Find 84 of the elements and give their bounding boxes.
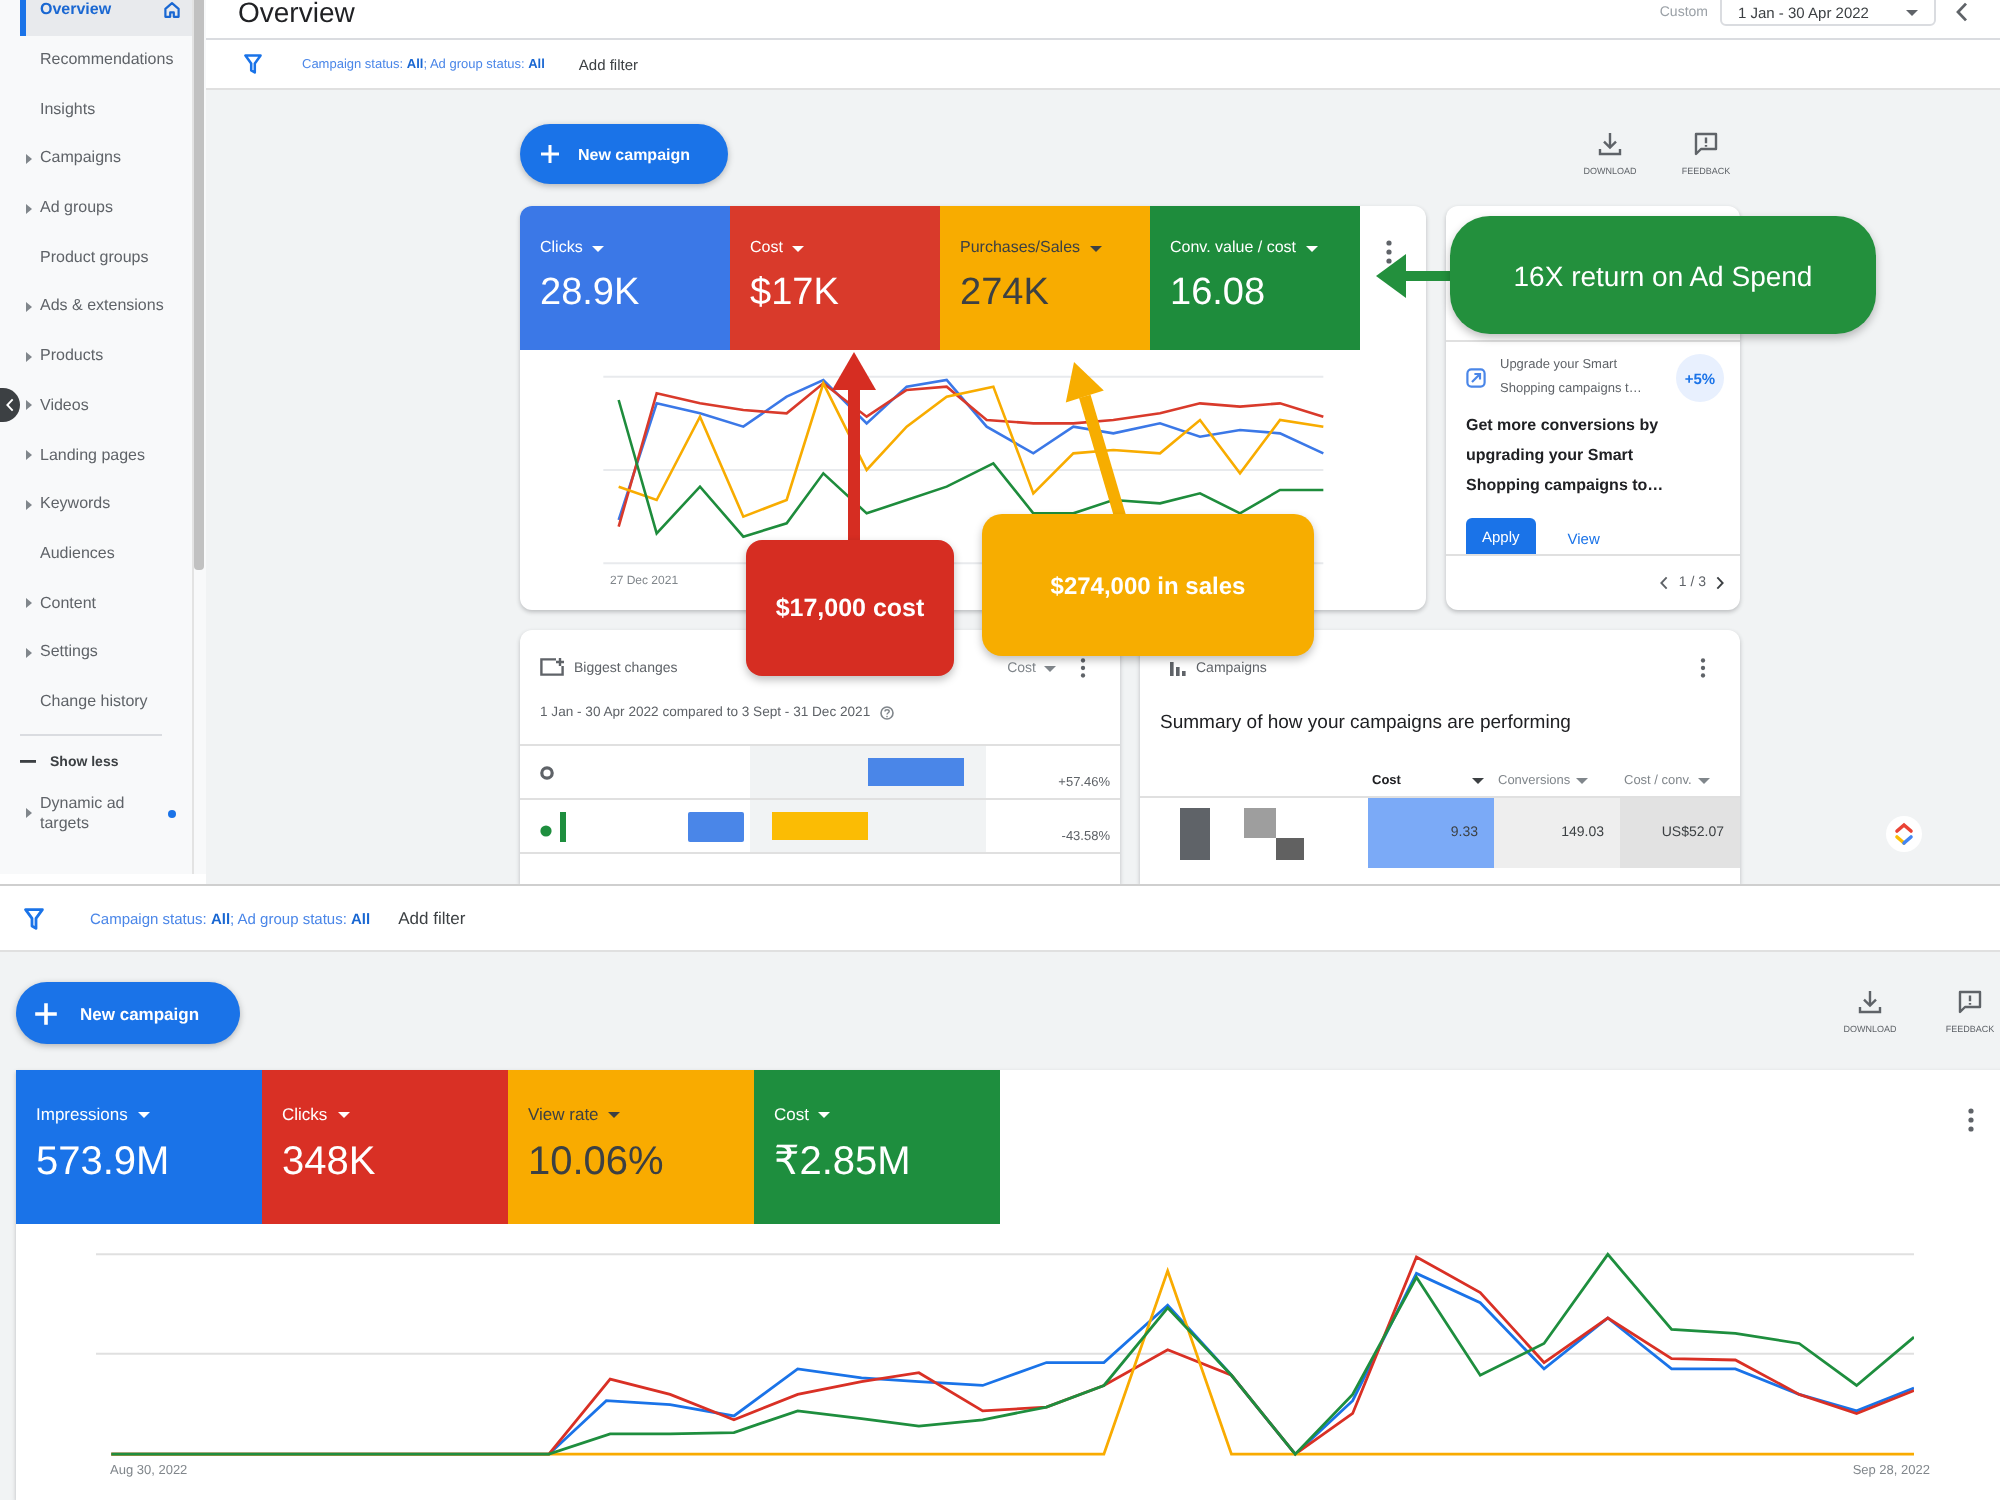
next-button[interactable] <box>1716 576 1724 590</box>
feedback-icon <box>1958 990 1982 1014</box>
filter-icon[interactable] <box>244 54 262 74</box>
minus-icon <box>20 760 36 765</box>
scrollbar-thumb[interactable] <box>194 0 204 570</box>
help-icon[interactable] <box>880 705 895 719</box>
chevron-left-icon <box>1660 576 1669 590</box>
annotation-callout: 16X return on Ad Spend <box>1450 216 1876 334</box>
caret-icon <box>137 1111 150 1117</box>
add-filter-button[interactable]: Add filter <box>398 908 466 928</box>
caret-icon <box>1576 778 1589 784</box>
sidebar-item[interactable]: Content <box>20 578 192 628</box>
metric-dropdown[interactable]: Clicks <box>282 1104 350 1124</box>
caret-icon <box>1044 665 1056 671</box>
square-arrow-icon <box>1466 368 1486 388</box>
metric-dropdown[interactable]: View rate <box>528 1104 621 1124</box>
dot-bar-icon <box>540 811 568 841</box>
page-title: Overview <box>238 0 355 28</box>
download-icon <box>1598 132 1622 156</box>
caret-icon <box>818 1111 831 1117</box>
filter-icon[interactable] <box>24 907 44 929</box>
redacted-drawing <box>1180 807 1304 859</box>
more-vert-icon[interactable] <box>1700 658 1706 678</box>
metric-dropdown[interactable]: Cost <box>750 238 805 258</box>
sidebar-item[interactable]: Products <box>20 331 192 381</box>
caret-icon <box>1697 778 1710 784</box>
more-vert-icon[interactable] <box>1386 240 1392 264</box>
metric-dropdown[interactable]: Impressions <box>36 1104 150 1124</box>
chevrons-icon[interactable] <box>1886 816 1922 852</box>
caret-icon <box>1306 245 1318 251</box>
metric-value: 274K <box>960 272 1049 316</box>
feedback-icon <box>1694 132 1718 156</box>
caret-icon <box>1906 9 1918 15</box>
sidebar-item[interactable]: Insights <box>20 84 192 135</box>
metric-dropdown[interactable]: Purchases/Sales <box>960 238 1103 258</box>
sidebar-item[interactable]: Keywords <box>20 479 192 530</box>
metric-dropdown[interactable]: Cost <box>774 1104 831 1124</box>
metric-value: 16.08 <box>1170 272 1266 316</box>
metric-value: 28.9K <box>540 272 640 316</box>
sidebar-item[interactable]: Landing pages <box>20 430 192 480</box>
metric-dropdown[interactable]: Conv. value / cost <box>1170 238 1318 258</box>
annotation-arrow <box>1376 254 1454 298</box>
metric-value: $17K <box>750 272 839 316</box>
recommendation-text: Get more conversions by upgrading your Smart Shopping campaigns to… <box>1464 414 1666 498</box>
chevron-right-icon <box>1716 576 1724 590</box>
previous-button[interactable] <box>1660 576 1669 590</box>
metric-value: ₹2.85M <box>774 1140 911 1184</box>
caret-icon <box>1090 245 1103 251</box>
sidebar-item[interactable]: Campaigns <box>20 134 192 184</box>
sidebar-item[interactable]: Audiences <box>20 529 192 579</box>
caret-icon <box>792 245 805 251</box>
sidebar-item[interactable]: Settings <box>20 627 192 678</box>
metric-value: 348K <box>282 1140 376 1184</box>
new-campaign-button[interactable]: New campaign <box>16 982 240 1044</box>
metric-value: 573.9M <box>36 1140 170 1184</box>
annotation-callout: $17,000 cost <box>746 540 954 676</box>
caret-icon <box>592 245 605 251</box>
sidebar-item[interactable]: Recommendations <box>20 35 192 85</box>
circle-icon <box>540 765 554 779</box>
more-vert-icon[interactable] <box>1968 1108 1974 1132</box>
summary-text: Summary of how your campaigns are performing <box>1158 709 1573 737</box>
sidebar-item[interactable]: Overview <box>20 0 192 36</box>
sidebar-item[interactable]: Change history <box>20 677 192 727</box>
screen-plus-icon <box>540 658 564 678</box>
caret-icon <box>337 1111 350 1117</box>
chevron-left-icon <box>6 398 14 412</box>
plus-icon <box>34 1001 58 1025</box>
metric-dropdown[interactable]: Clicks <box>540 238 605 258</box>
metric-value: 10.06% <box>528 1140 664 1184</box>
sidebar-item[interactable]: Dynamic ad targets <box>20 788 192 838</box>
download-icon <box>1858 990 1882 1014</box>
sidebar-item[interactable]: Ad groups <box>20 183 192 233</box>
plus-icon <box>540 144 560 164</box>
more-vert-icon[interactable] <box>1080 658 1086 678</box>
annotation-callout: $274,000 in sales <box>982 514 1314 656</box>
caret-icon <box>608 1111 621 1117</box>
sidebar-item[interactable]: Ads & extensions <box>20 282 192 332</box>
bar-chart-icon <box>1170 661 1186 675</box>
chevron-left-icon <box>1956 2 1968 22</box>
back-button[interactable] <box>1956 2 1968 22</box>
caret-icon <box>1472 778 1484 784</box>
new-campaign-button[interactable]: New campaign <box>520 124 728 184</box>
sidebar-item[interactable]: Videos <box>20 381 192 431</box>
sidebar-item[interactable]: Product groups <box>20 232 192 283</box>
